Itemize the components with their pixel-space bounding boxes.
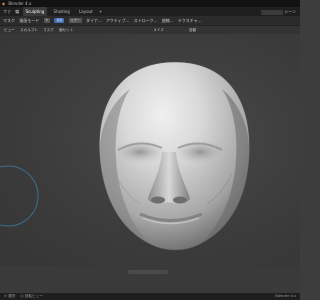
- auto-label[interactable]: 自動: [189, 26, 196, 34]
- sculpt-menu[interactable]: スカルプト: [20, 26, 38, 34]
- mirror-toggle[interactable]: ミラー: [68, 18, 82, 23]
- status-select: ⊙ 選択: [4, 294, 16, 298]
- curve-menu[interactable]: 曲線...: [162, 16, 174, 25]
- menu-bar: ファ 編 Sculpting Shading Layout + シーン: [0, 7, 300, 16]
- add-toggle[interactable]: 追加: [54, 18, 65, 23]
- mode-dropdown[interactable]: 描画モード: [19, 16, 39, 25]
- 3d-viewport[interactable]: [0, 34, 300, 266]
- tab-sculpting[interactable]: Sculpting: [22, 7, 48, 16]
- mask-menu[interactable]: マスク: [43, 26, 54, 34]
- scene-label: シーン: [284, 9, 296, 14]
- dyntopo-menu[interactable]: ダイナ...: [86, 16, 102, 25]
- window-title: Blender 4.x: [8, 1, 32, 6]
- tool-settings-bar: マスク 描画モード ✎ 追加 ミラー ダイナ... アクティブ... ストローク…: [0, 16, 300, 26]
- title-bar: ◆ Blender 4.x: [0, 0, 300, 7]
- gizmo-circle-icon[interactable]: [0, 165, 39, 227]
- add-workspace-button[interactable]: +: [99, 7, 102, 16]
- status-bar: ⊙ 選択 ◎ 回転ビュー Blender 4.x: [0, 293, 300, 300]
- view-menu[interactable]: ビュー: [4, 26, 15, 34]
- tab-layout[interactable]: Layout: [76, 7, 96, 16]
- menu-file[interactable]: ファ: [3, 7, 11, 16]
- scene-field[interactable]: [260, 9, 283, 15]
- viewport-header: ビュー スカルプト マスク 面セット X Y Z 自動: [0, 26, 300, 34]
- symmetry-label[interactable]: X Y Z: [154, 26, 163, 34]
- brush-icon[interactable]: ✎: [43, 18, 51, 23]
- status-version: Blender 4.x: [275, 294, 296, 298]
- mode-label: マスク: [3, 18, 15, 23]
- head-mesh[interactable]: [99, 61, 250, 251]
- stroke-menu[interactable]: ストローク...: [134, 16, 158, 25]
- face-sets-menu[interactable]: 面セット: [59, 26, 73, 34]
- viewport-canvas[interactable]: [0, 34, 300, 266]
- tab-shading[interactable]: Shading: [51, 7, 73, 16]
- texture-menu[interactable]: テクスチャ...: [178, 16, 202, 25]
- blender-logo-icon: ◆: [2, 1, 6, 6]
- status-rotate: ◎ 回転ビュー: [20, 294, 43, 298]
- menu-edit[interactable]: 編: [15, 7, 19, 16]
- scene-selector[interactable]: シーン: [259, 7, 296, 16]
- footer-field[interactable]: [128, 270, 168, 274]
- active-menu[interactable]: アクティブ...: [106, 16, 129, 25]
